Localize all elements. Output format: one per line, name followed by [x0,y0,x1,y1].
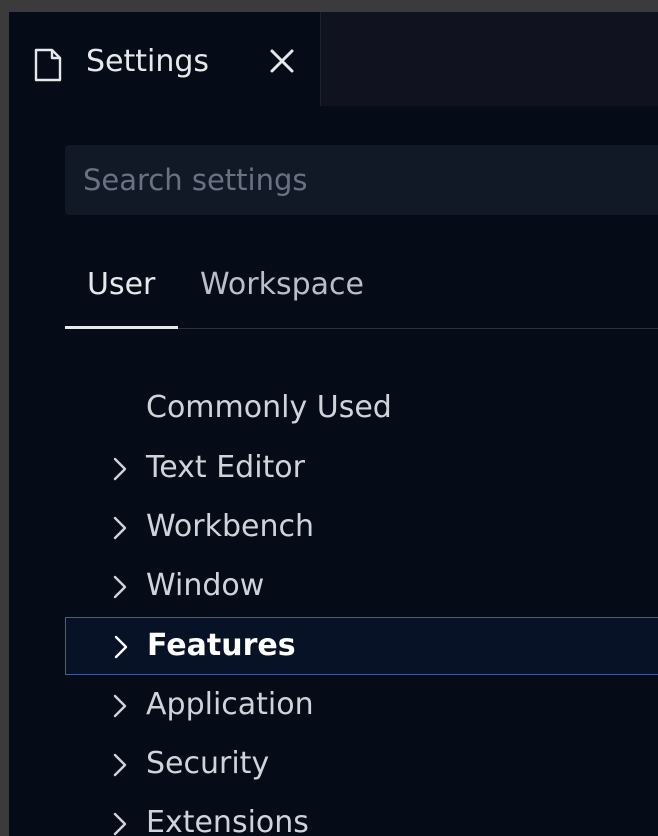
toc-item[interactable]: Text Editor [65,440,658,498]
toc-item-label: Text Editor [146,450,305,485]
chevron-right-icon [113,812,127,836]
toc-item[interactable]: Workbench [65,499,658,557]
toc-item-label: Extensions [146,805,309,836]
chevron-right-icon [113,575,127,599]
chevron-right-icon [113,516,127,540]
settings-editor: Settings User Workspace Commonly Used Tex… [9,12,658,836]
file-icon [34,48,62,82]
tab-title: Settings [86,44,210,79]
tab-user[interactable]: User [87,260,155,310]
toc-item[interactable]: Application [65,677,658,735]
toc-item-label: Commonly Used [146,390,392,425]
chevron-right-icon [113,753,127,777]
toc-item-label: Workbench [146,509,314,544]
scope-tabs: User Workspace [65,260,658,330]
editor-tab-bar: Settings [9,12,658,106]
toc-item-label: Application [146,687,314,722]
tab-settings[interactable]: Settings [9,12,321,106]
search-input[interactable] [65,145,658,215]
toc-item[interactable]: Window [65,558,658,616]
active-tab-indicator [65,326,178,329]
chevron-right-icon [113,457,127,481]
toc-item[interactable]: Commonly Used [65,380,658,438]
chevron-right-icon [113,694,127,718]
chevron-right-icon [114,635,128,659]
toc-item[interactable]: Features [65,617,658,675]
toc-item[interactable]: Extensions [65,795,658,836]
close-icon[interactable] [267,46,297,76]
toc-item-label: Features [147,628,296,663]
toc-item-label: Window [146,568,265,603]
screen-frame: Settings User Workspace Commonly Used Tex… [0,0,658,836]
tab-workspace[interactable]: Workspace [200,260,364,310]
toc-item[interactable]: Security [65,736,658,794]
toc-item-label: Security [146,746,270,781]
